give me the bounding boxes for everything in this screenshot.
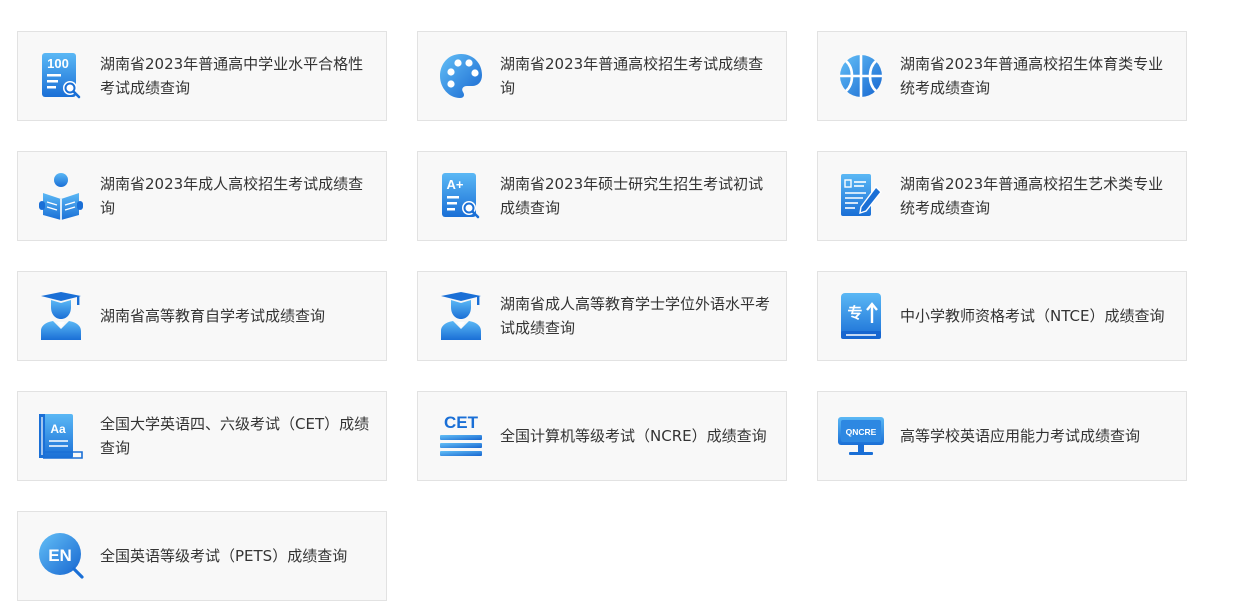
query-card-label: 湖南省成人高等教育学士学位外语水平考试成绩查询: [500, 295, 771, 337]
score-100-search-icon: 100: [38, 51, 84, 101]
query-card-label: 全国计算机等级考试（NCRE）成绩查询: [500, 427, 767, 445]
query-card-ntce[interactable]: 专 中小学教师资格考试（NTCE）成绩查询: [817, 271, 1187, 361]
query-card-label: 湖南省2023年成人高校招生考试成绩查询: [100, 175, 364, 217]
document-pen-icon: [838, 171, 884, 221]
query-card-hn-xueshi-waiyu[interactable]: 湖南省成人高等教育学士学位外语水平考试成绩查询: [417, 271, 787, 361]
qncre-monitor-icon: QNCRE: [838, 411, 884, 461]
query-card-label: 湖南省2023年硕士研究生招生考试初试成绩查询: [500, 175, 764, 217]
query-card-cet[interactable]: Aa 全国大学英语四、六级考试（CET）成绩查询: [17, 391, 387, 481]
svg-text:CET: CET: [444, 413, 479, 432]
svg-text:100: 100: [47, 56, 69, 71]
query-card-label: 湖南省高等教育自学考试成绩查询: [100, 307, 326, 325]
cet-list-icon: CET: [438, 411, 484, 461]
query-card-hn-tiyu-tongkao[interactable]: 湖南省2023年普通高校招生体育类专业统考成绩查询: [817, 31, 1187, 121]
query-card-hn-gaokao[interactable]: 湖南省2023年普通高校招生考试成绩查询: [417, 31, 787, 121]
query-card-english-application[interactable]: QNCRE 高等学校英语应用能力考试成绩查询: [817, 391, 1187, 481]
query-card-hn-shuoshi-chushi[interactable]: A+ 湖南省2023年硕士研究生招生考试初试成绩查询: [417, 151, 787, 241]
svg-text:QNCRE: QNCRE: [846, 427, 877, 437]
query-card-label: 湖南省2023年普通高校招生艺术类专业统考成绩查询: [900, 175, 1164, 217]
svg-text:专: 专: [847, 304, 862, 322]
query-card-ncre[interactable]: CET 全国计算机等级考试（NCRE）成绩查询: [417, 391, 787, 481]
query-card-pets[interactable]: EN 全国英语等级考试（PETS）成绩查询: [17, 511, 387, 601]
graduate-icon: [438, 291, 484, 341]
graduate-icon: [38, 291, 84, 341]
query-card-hn-yishu-tongkao[interactable]: 湖南省2023年普通高校招生艺术类专业统考成绩查询: [817, 151, 1187, 241]
query-card-label: 全国大学英语四、六级考试（CET）成绩查询: [100, 415, 370, 457]
en-search-icon: EN: [38, 531, 84, 581]
svg-text:EN: EN: [48, 546, 72, 565]
query-card-hn-chengren-gaokao[interactable]: 湖南省2023年成人高校招生考试成绩查询: [17, 151, 387, 241]
grade-a-search-icon: A+: [438, 171, 484, 221]
query-card-label: 湖南省2023年普通高中学业水平合格性考试成绩查询: [100, 55, 364, 97]
query-card-grid: 100 湖南省2023年普通高中学业水平合格性考试成绩查询 湖南省2023年普通…: [17, 31, 1187, 601]
query-card-label: 湖南省2023年普通高校招生体育类专业统考成绩查询: [900, 55, 1164, 97]
query-card-label: 中小学教师资格考试（NTCE）成绩查询: [900, 307, 1165, 325]
specialty-book-icon: 专: [838, 291, 884, 341]
query-card-hn-xueye-shuiping[interactable]: 100 湖南省2023年普通高中学业水平合格性考试成绩查询: [17, 31, 387, 121]
reader-icon: [38, 171, 84, 221]
svg-text:A+: A+: [447, 177, 464, 192]
query-card-hn-zixue-kaoshi[interactable]: 湖南省高等教育自学考试成绩查询: [17, 271, 387, 361]
query-card-label: 高等学校英语应用能力考试成绩查询: [900, 427, 1141, 445]
palette-icon: [438, 51, 484, 101]
basketball-icon: [838, 51, 884, 101]
svg-text:Aa: Aa: [50, 422, 66, 436]
query-card-label: 湖南省2023年普通高校招生考试成绩查询: [500, 55, 764, 97]
book-aa-icon: Aa: [38, 411, 84, 461]
query-card-label: 全国英语等级考试（PETS）成绩查询: [100, 547, 348, 565]
